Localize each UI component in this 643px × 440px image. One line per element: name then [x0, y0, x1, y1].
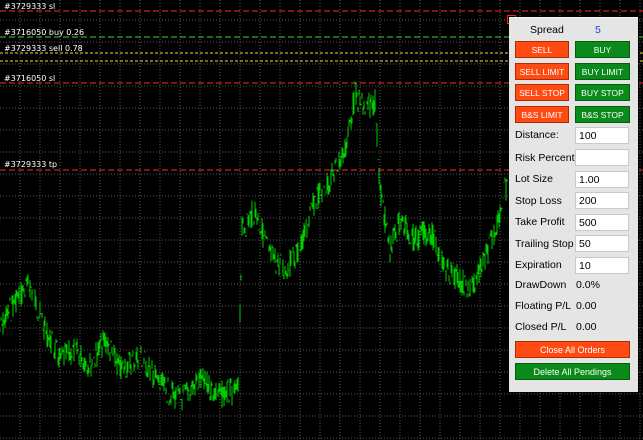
order-label-3729333-sl: #3729333 sl	[4, 2, 56, 11]
floating-pl-value: 0.00	[576, 300, 597, 312]
spread-row: Spread 5	[509, 24, 638, 40]
closed-pl-label: Closed P/L	[515, 321, 567, 333]
buy-button[interactable]: BUY	[575, 41, 630, 58]
buy-stop-button[interactable]: BUY STOP	[575, 84, 630, 101]
stop-loss-label: Stop Loss	[515, 195, 562, 207]
order-label-3716050-sl: #3716050 sl	[4, 74, 56, 83]
order-label-3716050-buy: #3716050 buy 0.26	[4, 28, 85, 37]
take-profit-label: Take Profit	[515, 216, 565, 228]
price-line	[0, 81, 508, 411]
delete-all-pendings-button[interactable]: Delete All Pendings	[515, 363, 630, 380]
stop-loss-input[interactable]	[575, 192, 629, 209]
spread-label: Spread	[530, 24, 564, 36]
sell-button[interactable]: SELL	[515, 41, 569, 58]
distance-label: Distance:	[515, 129, 559, 141]
drawdown-label: DrawDown	[515, 279, 567, 291]
buy-limit-button[interactable]: BUY LIMIT	[575, 63, 630, 80]
price-series	[0, 81, 508, 411]
bs-limit-button[interactable]: B&S LIMIT	[515, 106, 569, 123]
drawdown-value: 0.0%	[576, 279, 600, 291]
closed-pl-value: 0.00	[576, 321, 597, 333]
risk-percent-label: Risk Percent	[515, 152, 575, 164]
expiration-input[interactable]	[575, 257, 629, 274]
take-profit-input[interactable]	[575, 214, 629, 231]
expiration-label: Expiration	[515, 259, 562, 271]
trailing-stop-input[interactable]	[575, 235, 629, 252]
lot-size-input[interactable]	[575, 171, 629, 188]
sell-limit-button[interactable]: SELL LIMIT	[515, 63, 569, 80]
sell-stop-button[interactable]: SELL STOP	[515, 84, 569, 101]
order-label-3729333-tp: #3729333 tp	[4, 160, 58, 169]
floating-pl-label: Floating P/L	[515, 300, 572, 312]
lot-size-label: Lot Size	[515, 173, 553, 185]
trailing-stop-label: Trailing Stop	[515, 238, 574, 250]
distance-input[interactable]	[575, 127, 629, 144]
order-label-3729333-sell: #3729333 sell 0.78	[4, 44, 83, 53]
close-all-orders-button[interactable]: Close All Orders	[515, 341, 630, 358]
trade-panel: Spread 5 SELL BUY SELL LIMIT BUY LIMIT S…	[509, 17, 638, 392]
risk-percent-input[interactable]	[575, 149, 629, 166]
bs-stop-button[interactable]: B&S STOP	[575, 106, 630, 123]
spread-value: 5	[595, 24, 601, 36]
